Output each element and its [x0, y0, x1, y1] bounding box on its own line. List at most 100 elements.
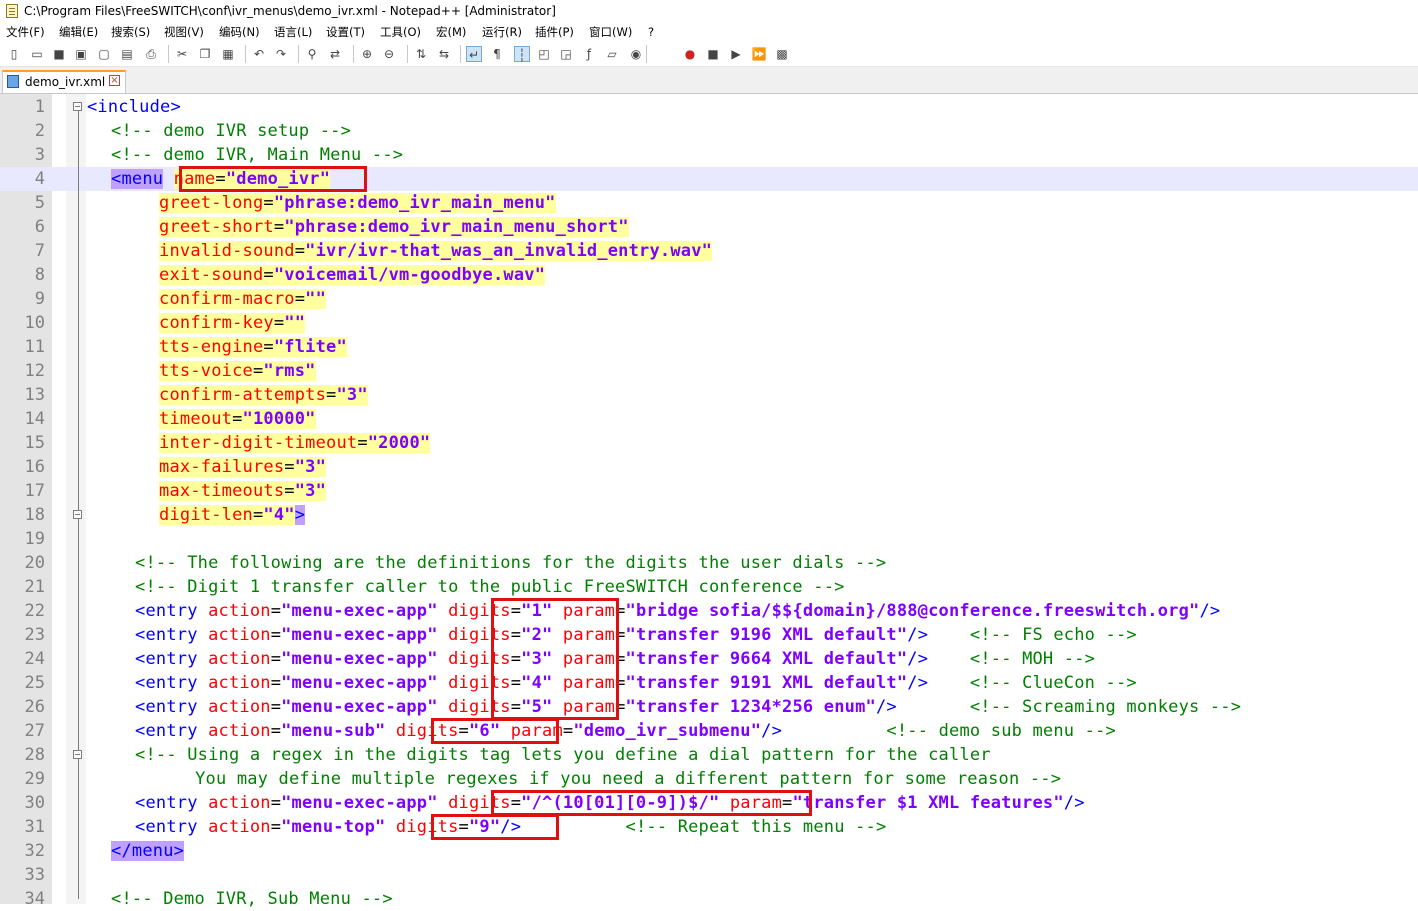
word-wrap-icon[interactable]: ↵ — [466, 46, 482, 62]
code-line-18: 18 digit-len="4"> — [0, 503, 1418, 527]
paste-icon[interactable]: ▦ — [220, 46, 236, 62]
close-all-icon[interactable]: ▤ — [119, 46, 135, 62]
notepadpp-app-icon — [6, 4, 18, 18]
code-line-21: 21 <!-- Digit 1 transfer caller to the pu… — [0, 575, 1418, 599]
code-line-26: 26 <entry action="menu-exec-app" digits="… — [0, 695, 1418, 719]
menu-item-0[interactable]: 文件(F) — [6, 22, 45, 42]
toolbar-separator — [168, 45, 169, 63]
macro-save-icon[interactable]: ▩ — [774, 46, 790, 62]
menu-item-1[interactable]: 编辑(E) — [59, 22, 98, 42]
code-line-27: 27 <entry action="menu-sub" digits="6" pa… — [0, 719, 1418, 743]
line-number: 11 — [24, 337, 45, 357]
redo-icon[interactable]: ↷ — [273, 46, 289, 62]
code-line-2: 2 <!-- demo IVR setup --> — [0, 119, 1418, 143]
toolbar-separator — [298, 45, 299, 63]
sync-horizontal-icon[interactable]: ⇆ — [436, 46, 452, 62]
code-text: <entry action="menu-exec-app" digits="2"… — [135, 625, 1137, 645]
code-line-14: 14 timeout="10000" — [0, 407, 1418, 431]
menu-item-7[interactable]: 工具(O) — [380, 22, 421, 42]
close-icon[interactable]: ▢ — [96, 46, 112, 62]
fold-line — [78, 107, 79, 899]
fold-toggle-icon[interactable] — [73, 510, 82, 519]
menu-item-11[interactable]: 窗口(W) — [589, 22, 632, 42]
editor[interactable]: 1 <include> 2 <!-- demo IVR setup --> 3 <!-- … — [0, 94, 1418, 909]
highlight-box — [491, 598, 620, 720]
menu-item-2[interactable]: 搜索(S) — [111, 22, 150, 42]
print-icon[interactable]: ⎙ — [143, 46, 159, 62]
toolbar: ▯ ▭ ■ ▣ ▢ ▤ ⎙ ✂ ❐ ▦ ↶ ↷ ⚲ ⇄ ⊕ ⊖ ⇅ ⇆ ↵ ¶ ┆ ◰ ◲ ƒ ▱ ◉ ● ■ ▶ ⏩ ▩ — [0, 42, 1418, 67]
find-icon[interactable]: ⚲ — [304, 46, 320, 62]
title-bar: C:\Program Files\FreeSWITCH\conf\ivr_men… — [0, 0, 1418, 22]
new-icon[interactable]: ▯ — [6, 46, 22, 62]
line-number: 26 — [24, 697, 45, 717]
tab-label: demo_ivr.xml — [25, 75, 106, 89]
menu-item-3[interactable]: 视图(V) — [164, 22, 204, 42]
function-list-icon[interactable]: ƒ — [581, 46, 597, 62]
code-line-8: 8 exit-sound="voicemail/vm-goodbye.wav" — [0, 263, 1418, 287]
fold-toggle-icon[interactable] — [73, 750, 82, 759]
indent-guide-icon[interactable]: ┆ — [514, 46, 530, 62]
code-line-13: 13 confirm-attempts="3" — [0, 383, 1418, 407]
tab-close-icon[interactable]: × — [109, 75, 120, 86]
code-line-19: 19 — [0, 527, 1418, 551]
show-all-chars-icon[interactable]: ¶ — [489, 46, 505, 62]
save-all-icon[interactable]: ▣ — [73, 46, 89, 62]
menu-item-6[interactable]: 设置(T) — [326, 22, 365, 42]
line-number: 22 — [24, 601, 45, 621]
zoom-out-icon[interactable]: ⊖ — [381, 46, 397, 62]
macro-run-multiple-icon[interactable]: ⏩ — [751, 46, 767, 62]
menu-item-10[interactable]: 插件(P) — [535, 22, 574, 42]
line-number: 13 — [24, 385, 45, 405]
line-number: 1 — [34, 97, 45, 117]
toolbar-separator — [245, 45, 246, 63]
doc-map-icon[interactable]: ◲ — [558, 46, 574, 62]
folder-workspace-icon[interactable]: ▱ — [604, 46, 620, 62]
cut-icon[interactable]: ✂ — [174, 46, 190, 62]
code-text: confirm-attempts="3" — [159, 385, 368, 405]
zoom-in-icon[interactable]: ⊕ — [359, 46, 375, 62]
code-line-12: 12 tts-voice="rms" — [0, 359, 1418, 383]
sync-vertical-icon[interactable]: ⇅ — [413, 46, 429, 62]
line-number: 29 — [24, 769, 45, 789]
code-line-33: 33 — [0, 863, 1418, 887]
highlight-box — [491, 790, 812, 816]
code-line-29: 29 You may define multiple regexes if you… — [0, 767, 1418, 791]
menu-item-12[interactable]: ? — [648, 22, 654, 42]
code-line-1: 1 <include> — [0, 95, 1418, 119]
code-text: <!-- demo IVR setup --> — [111, 121, 352, 141]
tab-bar: demo_ivr.xml × — [0, 67, 1418, 94]
file-icon — [7, 75, 19, 88]
monitor-icon[interactable]: ◉ — [628, 46, 644, 62]
line-number: 24 — [24, 649, 45, 669]
save-icon[interactable]: ■ — [51, 46, 67, 62]
code-text: confirm-macro="" — [159, 289, 327, 309]
macro-stop-icon[interactable]: ■ — [705, 46, 721, 62]
code-line-28: 28 <!-- Using a regex in the digits tag l… — [0, 743, 1418, 767]
undo-icon[interactable]: ↶ — [251, 46, 267, 62]
code-line-20: 20 <!-- The following are the definitions… — [0, 551, 1418, 575]
macro-play-icon[interactable]: ▶ — [728, 46, 744, 62]
code-line-9: 9 confirm-macro="" — [0, 287, 1418, 311]
user-lang-icon[interactable]: ◰ — [536, 46, 552, 62]
menu-item-9[interactable]: 运行(R) — [482, 22, 522, 42]
menu-item-8[interactable]: 宏(M) — [436, 22, 466, 42]
menu-item-5[interactable]: 语言(L) — [274, 22, 312, 42]
line-number: 30 — [24, 793, 45, 813]
code-text: <entry action="menu-exec-app" digits="4"… — [135, 673, 1137, 693]
macro-record-icon[interactable]: ● — [682, 46, 698, 62]
code-line-24: 24 <entry action="menu-exec-app" digits="… — [0, 647, 1418, 671]
code-line-7: 7 invalid-sound="ivr/ivr-that_was_an_inva… — [0, 239, 1418, 263]
fold-toggle-icon[interactable] — [73, 102, 82, 111]
tab-demo-ivr[interactable]: demo_ivr.xml × — [2, 70, 126, 93]
code-text: </menu> — [111, 841, 185, 861]
replace-icon[interactable]: ⇄ — [327, 46, 343, 62]
open-icon[interactable]: ▭ — [29, 46, 45, 62]
code-text: <!-- Demo IVR, Sub Menu --> — [111, 889, 393, 909]
menu-item-4[interactable]: 编码(N) — [219, 22, 260, 42]
toolbar-separator — [407, 45, 408, 63]
line-number: 16 — [24, 457, 45, 477]
copy-icon[interactable]: ❐ — [197, 46, 213, 62]
code-line-25: 25 <entry action="menu-exec-app" digits="… — [0, 671, 1418, 695]
toolbar-separator — [646, 45, 647, 63]
code-text: <include> — [87, 97, 181, 117]
